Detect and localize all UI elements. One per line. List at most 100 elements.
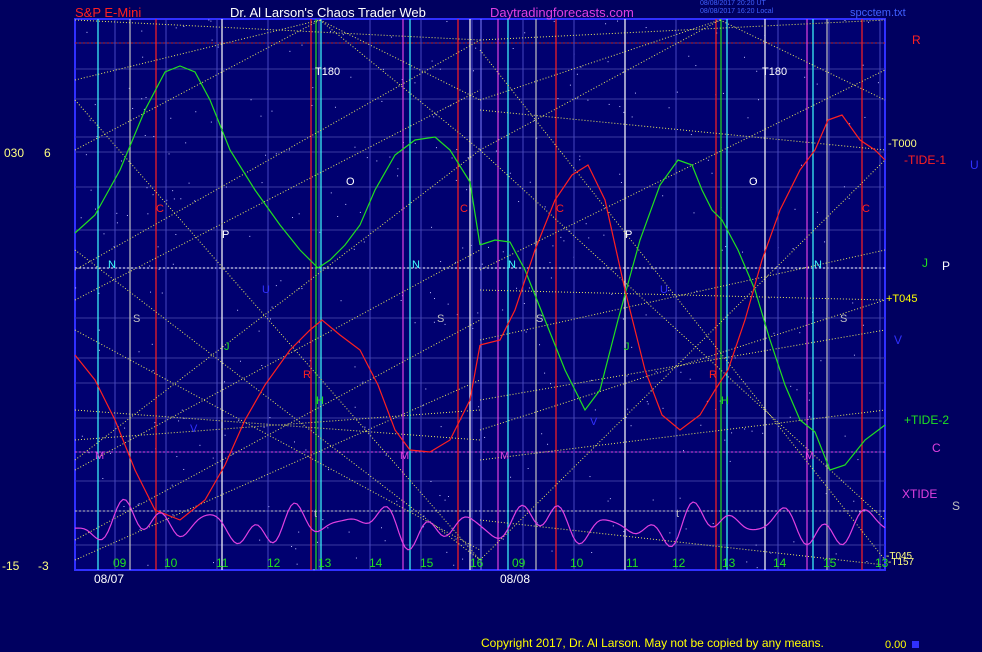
star-dot bbox=[355, 557, 357, 559]
star-dot bbox=[334, 106, 336, 108]
left-axis-lower-b: -3 bbox=[38, 559, 49, 573]
star-dot bbox=[609, 498, 611, 500]
line-marker-label: M bbox=[95, 450, 104, 462]
star-dot bbox=[544, 206, 546, 208]
star-dot bbox=[516, 287, 518, 289]
site-label[interactable]: Daytradingforecasts.com bbox=[490, 6, 634, 20]
star-dot bbox=[172, 263, 174, 265]
star-dot bbox=[298, 531, 300, 533]
star-dot bbox=[263, 426, 265, 428]
star-dot bbox=[799, 332, 801, 334]
star-dot bbox=[676, 91, 678, 93]
star-dot bbox=[852, 302, 854, 304]
star-dot bbox=[541, 433, 543, 435]
star-dot bbox=[585, 223, 587, 225]
star-dot bbox=[85, 154, 87, 156]
line-marker-label: P bbox=[222, 229, 229, 241]
star-dot bbox=[455, 261, 457, 263]
line-marker-label: V bbox=[590, 416, 598, 428]
star-dot bbox=[550, 277, 552, 279]
star-dot bbox=[620, 182, 622, 184]
star-dot bbox=[524, 32, 526, 34]
star-dot bbox=[518, 201, 520, 203]
star-dot bbox=[249, 235, 251, 237]
star-dot bbox=[591, 552, 593, 554]
star-dot bbox=[447, 303, 449, 305]
star-dot bbox=[152, 194, 154, 196]
star-dot bbox=[683, 450, 685, 452]
star-dot bbox=[693, 212, 695, 214]
star-dot bbox=[384, 540, 386, 542]
star-dot bbox=[746, 561, 748, 563]
star-dot bbox=[342, 34, 344, 36]
star-dot bbox=[655, 371, 657, 373]
star-dot bbox=[126, 214, 128, 216]
star-dot bbox=[86, 31, 88, 33]
star-dot bbox=[288, 149, 290, 151]
star-dot bbox=[147, 564, 149, 566]
star-dot bbox=[734, 357, 736, 359]
star-dot bbox=[742, 251, 744, 253]
star-dot bbox=[80, 217, 82, 219]
right-label-tide1: -TIDE-1 bbox=[904, 153, 946, 167]
hour-tick-label: 14 bbox=[773, 556, 787, 570]
star-dot bbox=[816, 211, 818, 213]
star-dot bbox=[150, 291, 152, 293]
star-dot bbox=[794, 208, 796, 210]
line-marker-label: V bbox=[190, 423, 198, 435]
star-dot bbox=[75, 267, 77, 269]
star-dot bbox=[238, 420, 240, 422]
star-dot bbox=[685, 528, 687, 530]
line-marker-label: S bbox=[437, 313, 444, 325]
star-dot bbox=[153, 135, 155, 137]
hour-tick-label: 09 bbox=[512, 556, 526, 570]
star-dot bbox=[366, 157, 368, 159]
star-dot bbox=[862, 64, 864, 66]
star-dot bbox=[631, 116, 633, 118]
star-dot bbox=[712, 523, 714, 525]
star-dot bbox=[340, 300, 342, 302]
star-dot bbox=[154, 422, 156, 424]
star-dot bbox=[590, 379, 592, 381]
star-dot bbox=[849, 123, 851, 125]
star-dot bbox=[579, 155, 581, 157]
star-dot bbox=[260, 115, 262, 117]
star-dot bbox=[576, 97, 578, 99]
star-dot bbox=[645, 314, 647, 316]
star-dot bbox=[397, 168, 399, 170]
star-dot bbox=[141, 30, 143, 32]
right-label-t157: -T157 bbox=[888, 557, 915, 568]
star-dot bbox=[744, 428, 746, 430]
star-dot bbox=[560, 236, 562, 238]
star-dot bbox=[102, 477, 104, 479]
star-dot bbox=[144, 134, 146, 136]
star-dot bbox=[608, 103, 610, 105]
file-label: spcctem.txt bbox=[850, 7, 906, 19]
star-dot bbox=[617, 20, 619, 22]
star-dot bbox=[446, 21, 448, 23]
star-dot bbox=[529, 181, 531, 183]
star-dot bbox=[149, 265, 151, 267]
star-dot bbox=[152, 369, 154, 371]
star-dot bbox=[622, 318, 624, 320]
star-dot bbox=[172, 190, 174, 192]
timestamp-local: 08/08/2017 16:20 Local bbox=[700, 8, 774, 15]
star-dot bbox=[510, 476, 512, 478]
star-dot bbox=[271, 110, 273, 112]
star-dot bbox=[431, 60, 433, 62]
star-dot bbox=[259, 539, 261, 541]
star-dot bbox=[796, 389, 798, 391]
line-marker-label: P bbox=[625, 229, 632, 241]
star-dot bbox=[98, 349, 100, 351]
star-dot bbox=[185, 142, 187, 144]
star-dot bbox=[453, 564, 455, 566]
star-dot bbox=[178, 420, 180, 422]
star-dot bbox=[509, 172, 511, 174]
star-dot bbox=[390, 36, 392, 38]
star-dot bbox=[181, 409, 183, 411]
star-dot bbox=[444, 323, 446, 325]
star-dot bbox=[868, 21, 869, 23]
line-marker-label: M bbox=[500, 450, 509, 462]
star-dot bbox=[261, 365, 263, 367]
star-dot bbox=[607, 500, 609, 502]
